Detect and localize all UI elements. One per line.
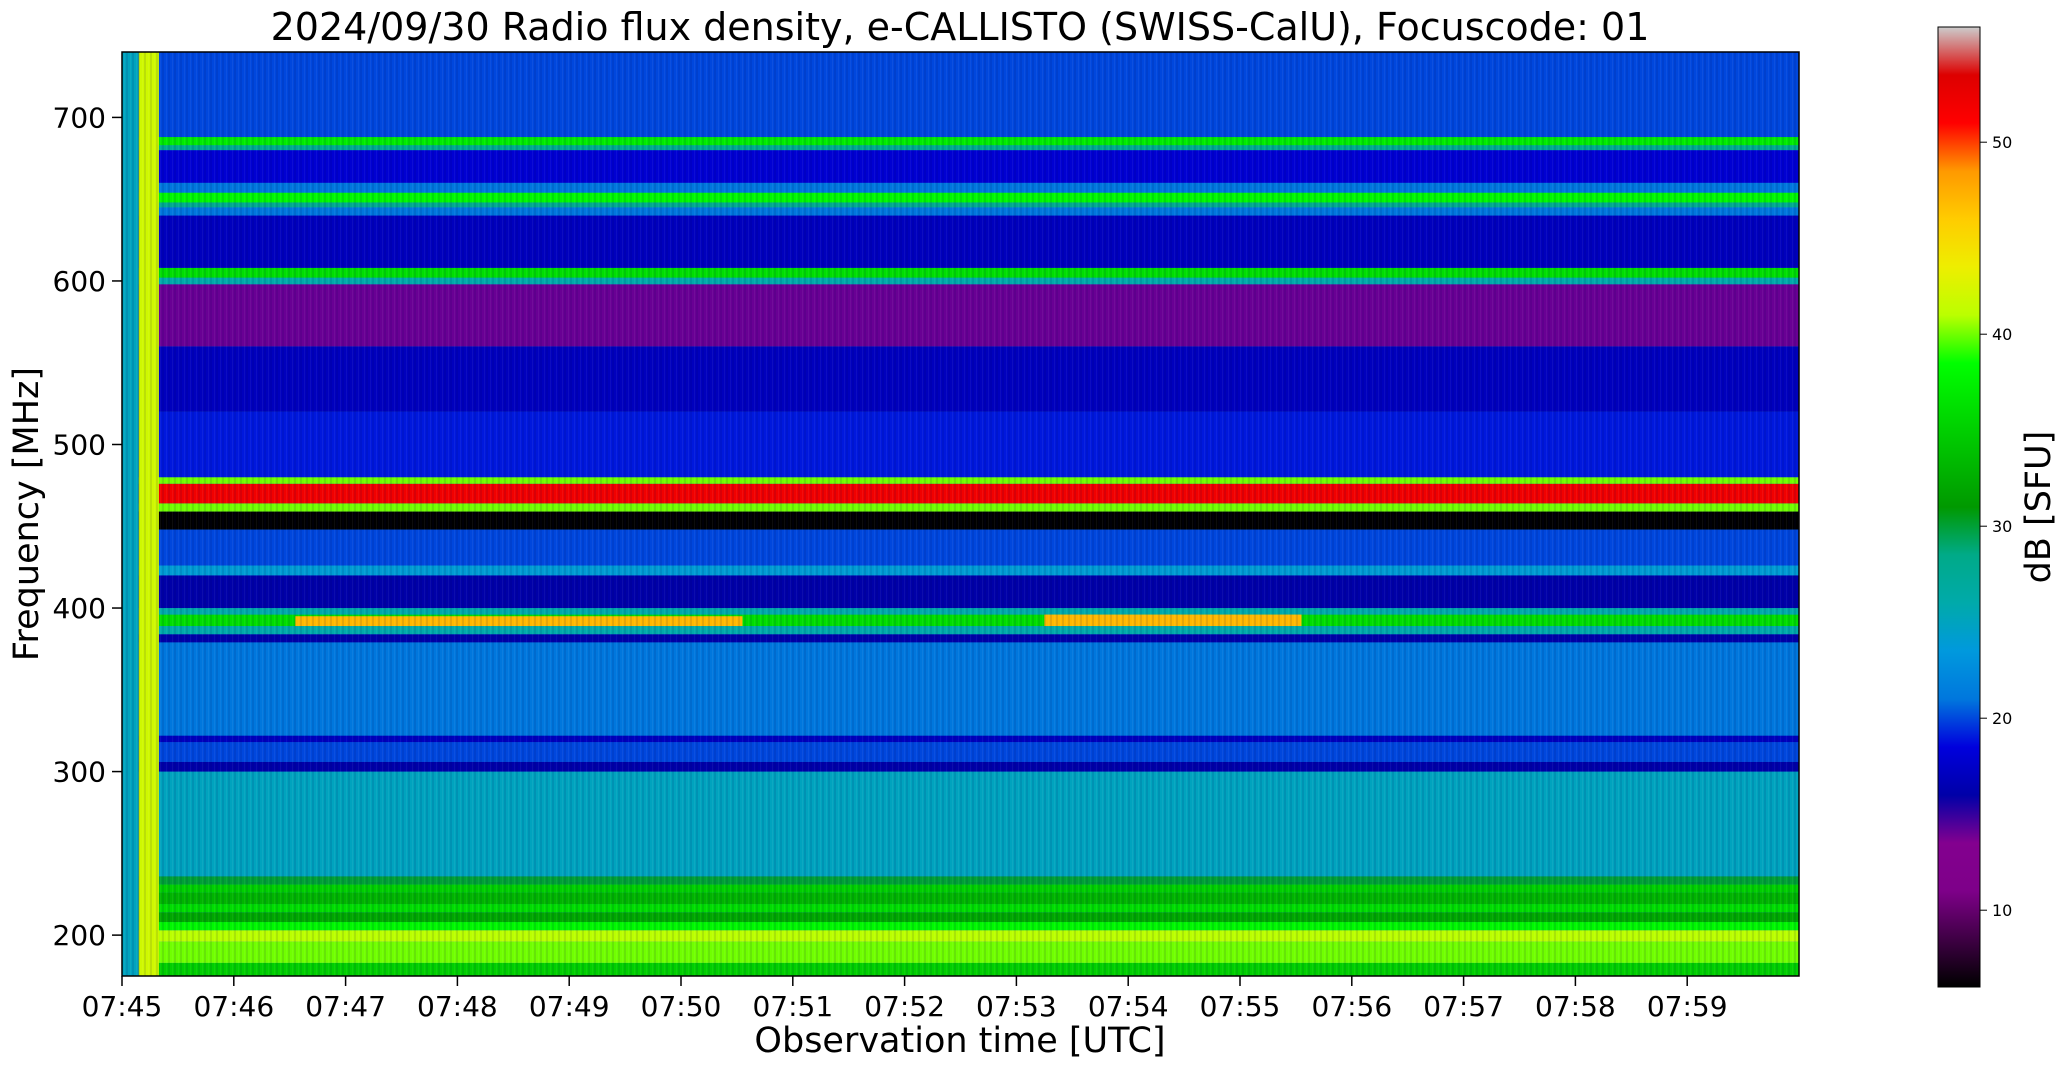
y-tick-label: 300 bbox=[53, 756, 106, 789]
colorbar-tick-label: 20 bbox=[1992, 709, 2012, 728]
x-axis-label: Observation time [UTC] bbox=[754, 1021, 1165, 1061]
chart-title: 2024/09/30 Radio flux density, e-CALLIST… bbox=[271, 5, 1650, 49]
x-tick-label: 07:51 bbox=[752, 990, 833, 1023]
x-tick-label: 07:48 bbox=[417, 990, 498, 1023]
colorbar-tick-label: 50 bbox=[1992, 133, 2012, 152]
x-tick-label: 07:59 bbox=[1647, 990, 1728, 1023]
x-tick-label: 07:55 bbox=[1200, 990, 1281, 1023]
x-tick-label: 07:49 bbox=[529, 990, 610, 1023]
plot-area bbox=[121, 51, 1800, 977]
y-tick-label: 200 bbox=[53, 919, 106, 952]
colorbar-tick-label: 10 bbox=[1992, 901, 2012, 920]
colorbar-tick-label: 40 bbox=[1992, 325, 2012, 344]
colorbar: 10 20 30 40 50 dB [SFU] bbox=[1937, 26, 2059, 988]
x-tick-label: 07:50 bbox=[641, 990, 722, 1023]
x-tick-label: 07:53 bbox=[976, 990, 1057, 1023]
colorbar-label: dB [SFU] bbox=[2019, 431, 2059, 584]
x-tick-label: 07:45 bbox=[82, 990, 163, 1023]
spectrogram-figure: 2024/09/30 Radio flux density, e-CALLIST… bbox=[7, 5, 2059, 1061]
y-tick-label: 400 bbox=[53, 592, 106, 625]
x-axis: 07:45 07:46 07:47 07:48 07:49 07:50 07:51 07:52… bbox=[82, 976, 1728, 1023]
x-tick-label: 07:58 bbox=[1535, 990, 1616, 1023]
colorbar-tick-label: 30 bbox=[1992, 517, 2012, 536]
x-tick-label: 07:54 bbox=[1088, 990, 1169, 1023]
colorbar-ticks: 10 20 30 40 50 bbox=[1980, 133, 2012, 920]
noise-texture bbox=[122, 52, 1799, 976]
x-tick-label: 07:56 bbox=[1311, 990, 1392, 1023]
y-axis: 200 300 400 500 600 700 bbox=[53, 101, 122, 952]
x-tick-label: 07:57 bbox=[1423, 990, 1504, 1023]
colorbar-gradient bbox=[1937, 26, 1981, 988]
x-tick-label: 07:46 bbox=[193, 990, 274, 1023]
x-tick-label: 07:47 bbox=[305, 990, 386, 1023]
y-tick-label: 600 bbox=[53, 265, 106, 298]
y-tick-label: 500 bbox=[53, 428, 106, 461]
y-tick-label: 700 bbox=[53, 101, 106, 134]
x-tick-label: 07:52 bbox=[864, 990, 945, 1023]
y-axis-label: Frequency [MHz] bbox=[7, 367, 47, 661]
